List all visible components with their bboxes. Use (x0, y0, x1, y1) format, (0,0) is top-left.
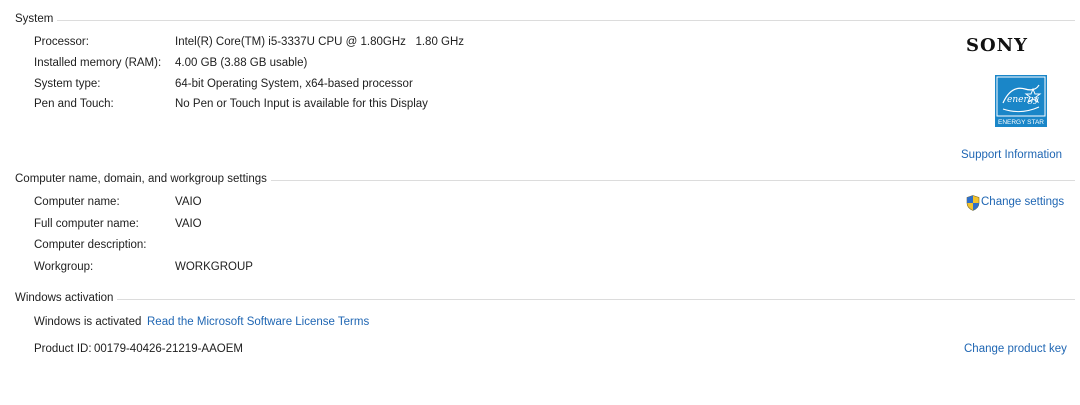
sony-logo: SONY (966, 35, 1028, 56)
divider (15, 299, 1075, 300)
change-settings-link[interactable]: Change settings (981, 196, 1064, 208)
system-type-value: 64-bit Operating System, x64-based proce… (175, 78, 413, 90)
energy-star-logo: energy ENERGY STAR (995, 75, 1047, 127)
full-computer-name-label: Full computer name: (34, 218, 139, 230)
processor-value: Intel(R) Core(TM) i5-3337U CPU @ 1.80GHz… (175, 36, 465, 48)
pen-touch-value: No Pen or Touch Input is available for t… (175, 98, 428, 110)
full-computer-name-value: VAIO (175, 218, 202, 230)
workgroup-value: WORKGROUP (175, 261, 253, 273)
activation-status: Windows is activated (34, 316, 142, 328)
processor-label: Processor: (34, 36, 89, 48)
memory-label: Installed memory (RAM): (34, 57, 162, 69)
workgroup-label: Workgroup: (34, 261, 94, 273)
memory-value: 4.00 GB (3.88 GB usable) (175, 57, 308, 69)
computer-heading: Computer name, domain, and workgroup set… (15, 173, 271, 185)
computer-name-label: Computer name: (34, 196, 120, 208)
support-information-link[interactable]: Support Information (961, 149, 1062, 161)
product-id-label: Product ID: (34, 343, 92, 355)
computer-description-label: Computer description: (34, 239, 147, 251)
activation-section-header: Windows activation (15, 292, 1075, 306)
system-section-header: System (15, 13, 1075, 27)
energy-star-label: ENERGY STAR (998, 119, 1044, 126)
license-terms-link[interactable]: Read the Microsoft Software License Term… (147, 316, 369, 328)
pen-touch-label: Pen and Touch: (34, 98, 114, 110)
system-type-label: System type: (34, 78, 101, 90)
change-product-key-link[interactable]: Change product key (964, 343, 1067, 355)
uac-shield-icon[interactable] (966, 195, 980, 211)
divider (15, 20, 1075, 21)
computer-section-header: Computer name, domain, and workgroup set… (15, 173, 1075, 187)
product-id-value: 00179-40426-21219-AAOEM (94, 343, 243, 355)
system-heading: System (15, 13, 58, 25)
activation-heading: Windows activation (15, 292, 118, 304)
computer-name-value: VAIO (175, 196, 202, 208)
